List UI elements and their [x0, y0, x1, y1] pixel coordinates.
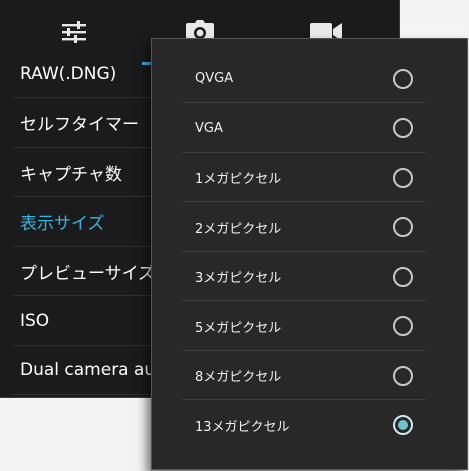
- setting-label: Dual camera auto: [20, 360, 173, 381]
- radio-button-selected[interactable]: [393, 415, 413, 435]
- option-label: 2メガピクセル: [195, 221, 282, 237]
- option-label: VGA: [195, 120, 223, 136]
- option-1mp[interactable]: 1メガピクセル: [182, 153, 426, 202]
- picture-size-dialog: QVGA VGA 1メガピクセル 2メガピクセル 3メガピクセル 5メガピクセル…: [151, 38, 468, 470]
- setting-label: ISO: [20, 310, 50, 331]
- option-label: 5メガピクセル: [195, 320, 282, 336]
- setting-label: RAW(.DNG): [20, 64, 117, 84]
- option-label: QVGA: [195, 71, 234, 86]
- radio-button[interactable]: [393, 167, 413, 188]
- option-label: 3メガピクセル: [195, 271, 282, 286]
- option-vga[interactable]: VGA: [182, 104, 426, 153]
- option-5mp[interactable]: 5メガピクセル: [182, 302, 426, 351]
- option-qvga[interactable]: QVGA: [182, 54, 426, 103]
- option-label: 1メガピクセル: [195, 172, 282, 187]
- option-13mp[interactable]: 13メガピクセル: [182, 401, 426, 450]
- setting-label: プレビューサイズ: [20, 263, 156, 284]
- sliders-icon: [62, 21, 86, 43]
- option-label: 13メガピクセル: [195, 419, 290, 435]
- setting-label: キャプチャ数: [20, 164, 122, 185]
- option-label: 8メガピクセル: [195, 370, 282, 385]
- radio-button[interactable]: [393, 365, 413, 386]
- radio-button[interactable]: [393, 68, 413, 89]
- option-2mp[interactable]: 2メガピクセル: [182, 203, 426, 252]
- radio-button[interactable]: [393, 316, 413, 336]
- setting-label: セルフタイマー: [20, 115, 139, 136]
- option-3mp[interactable]: 3メガピクセル: [182, 252, 426, 301]
- radio-button[interactable]: [393, 266, 413, 287]
- radio-button[interactable]: [393, 217, 413, 237]
- radio-button[interactable]: [393, 118, 413, 138]
- setting-label: 表示サイズ: [20, 214, 105, 235]
- option-8mp[interactable]: 8メガピクセル: [182, 351, 426, 400]
